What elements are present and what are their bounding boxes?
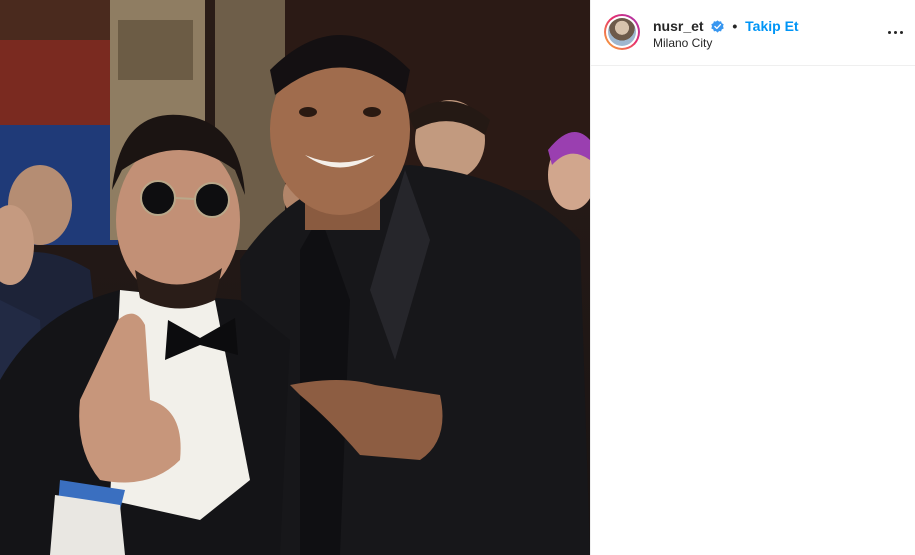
username-link[interactable]: nusr_et bbox=[653, 18, 704, 34]
follow-button[interactable]: Takip Et bbox=[745, 18, 798, 34]
post-header: nusr_et • Takip Et Milano City bbox=[591, 0, 915, 66]
location-link[interactable]: Milano City bbox=[653, 35, 712, 51]
post-photo[interactable] bbox=[0, 0, 590, 555]
user-line: nusr_et • Takip Et bbox=[653, 17, 799, 35]
avatar[interactable] bbox=[604, 14, 640, 50]
separator-dot: • bbox=[732, 18, 738, 34]
verified-badge-icon bbox=[711, 19, 725, 33]
post-sidebar: nusr_et • Takip Et Milano City bbox=[590, 0, 915, 555]
post-photo-scene bbox=[0, 0, 590, 555]
avatar-image bbox=[608, 18, 636, 46]
more-options-icon[interactable] bbox=[886, 22, 906, 42]
